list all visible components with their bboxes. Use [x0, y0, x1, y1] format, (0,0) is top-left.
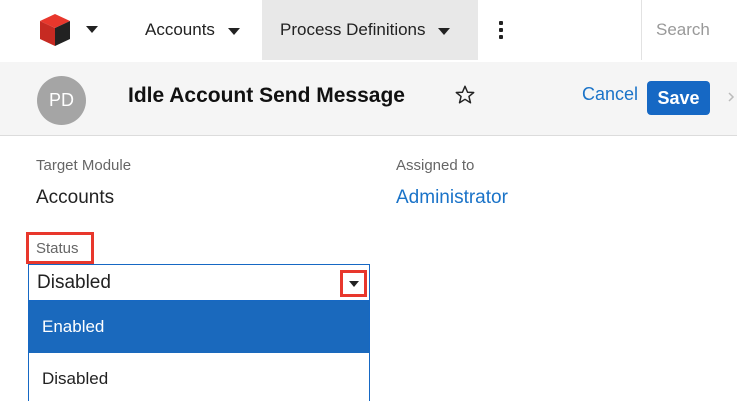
- chevron-down-icon[interactable]: [437, 27, 450, 35]
- cancel-button[interactable]: Cancel: [582, 84, 638, 105]
- search-input[interactable]: Search: [641, 0, 737, 60]
- status-option-enabled[interactable]: Enabled: [29, 301, 369, 353]
- nav-tab-accounts[interactable]: Accounts: [128, 0, 258, 60]
- star-icon[interactable]: [454, 84, 476, 106]
- page-title: Idle Account Send Message: [128, 84, 405, 107]
- target-module-label: Target Module: [36, 157, 132, 174]
- kebab-icon: [499, 21, 503, 39]
- assigned-to-label: Assigned to: [396, 157, 475, 174]
- save-button[interactable]: Save: [647, 81, 710, 115]
- nav-tab-process-label: Process Definitions: [280, 20, 426, 39]
- target-module-value: Accounts: [36, 187, 115, 208]
- status-option-disabled[interactable]: Disabled: [29, 353, 369, 405]
- record-header: PD Idle Account Send Message Cancel Save: [0, 62, 737, 136]
- avatar-initials: PD: [48, 90, 74, 110]
- status-dropdown-toggle[interactable]: [340, 270, 367, 297]
- top-nav: Accounts Process Definitions Search: [0, 0, 737, 60]
- status-select[interactable]: Disabled: [28, 264, 370, 300]
- status-dropdown-list: Enabled Disabled: [28, 300, 370, 401]
- search-placeholder: Search: [656, 20, 710, 39]
- nav-tab-process-definitions[interactable]: Process Definitions: [262, 0, 478, 60]
- chevron-down-icon: [348, 280, 359, 287]
- nav-tab-accounts-label: Accounts: [145, 20, 215, 39]
- avatar: PD: [37, 76, 86, 125]
- status-label: Status: [36, 240, 79, 257]
- sugar-cube-logo-icon: [40, 14, 70, 46]
- assigned-to-link[interactable]: Administrator: [396, 187, 508, 209]
- chevron-down-icon[interactable]: [227, 27, 240, 35]
- chevron-down-icon: [86, 26, 98, 33]
- more-menu-button[interactable]: [486, 0, 516, 60]
- logo-menu-button[interactable]: [38, 12, 108, 48]
- chevron-right-icon[interactable]: [727, 87, 737, 107]
- status-select-value: Disabled: [37, 272, 111, 293]
